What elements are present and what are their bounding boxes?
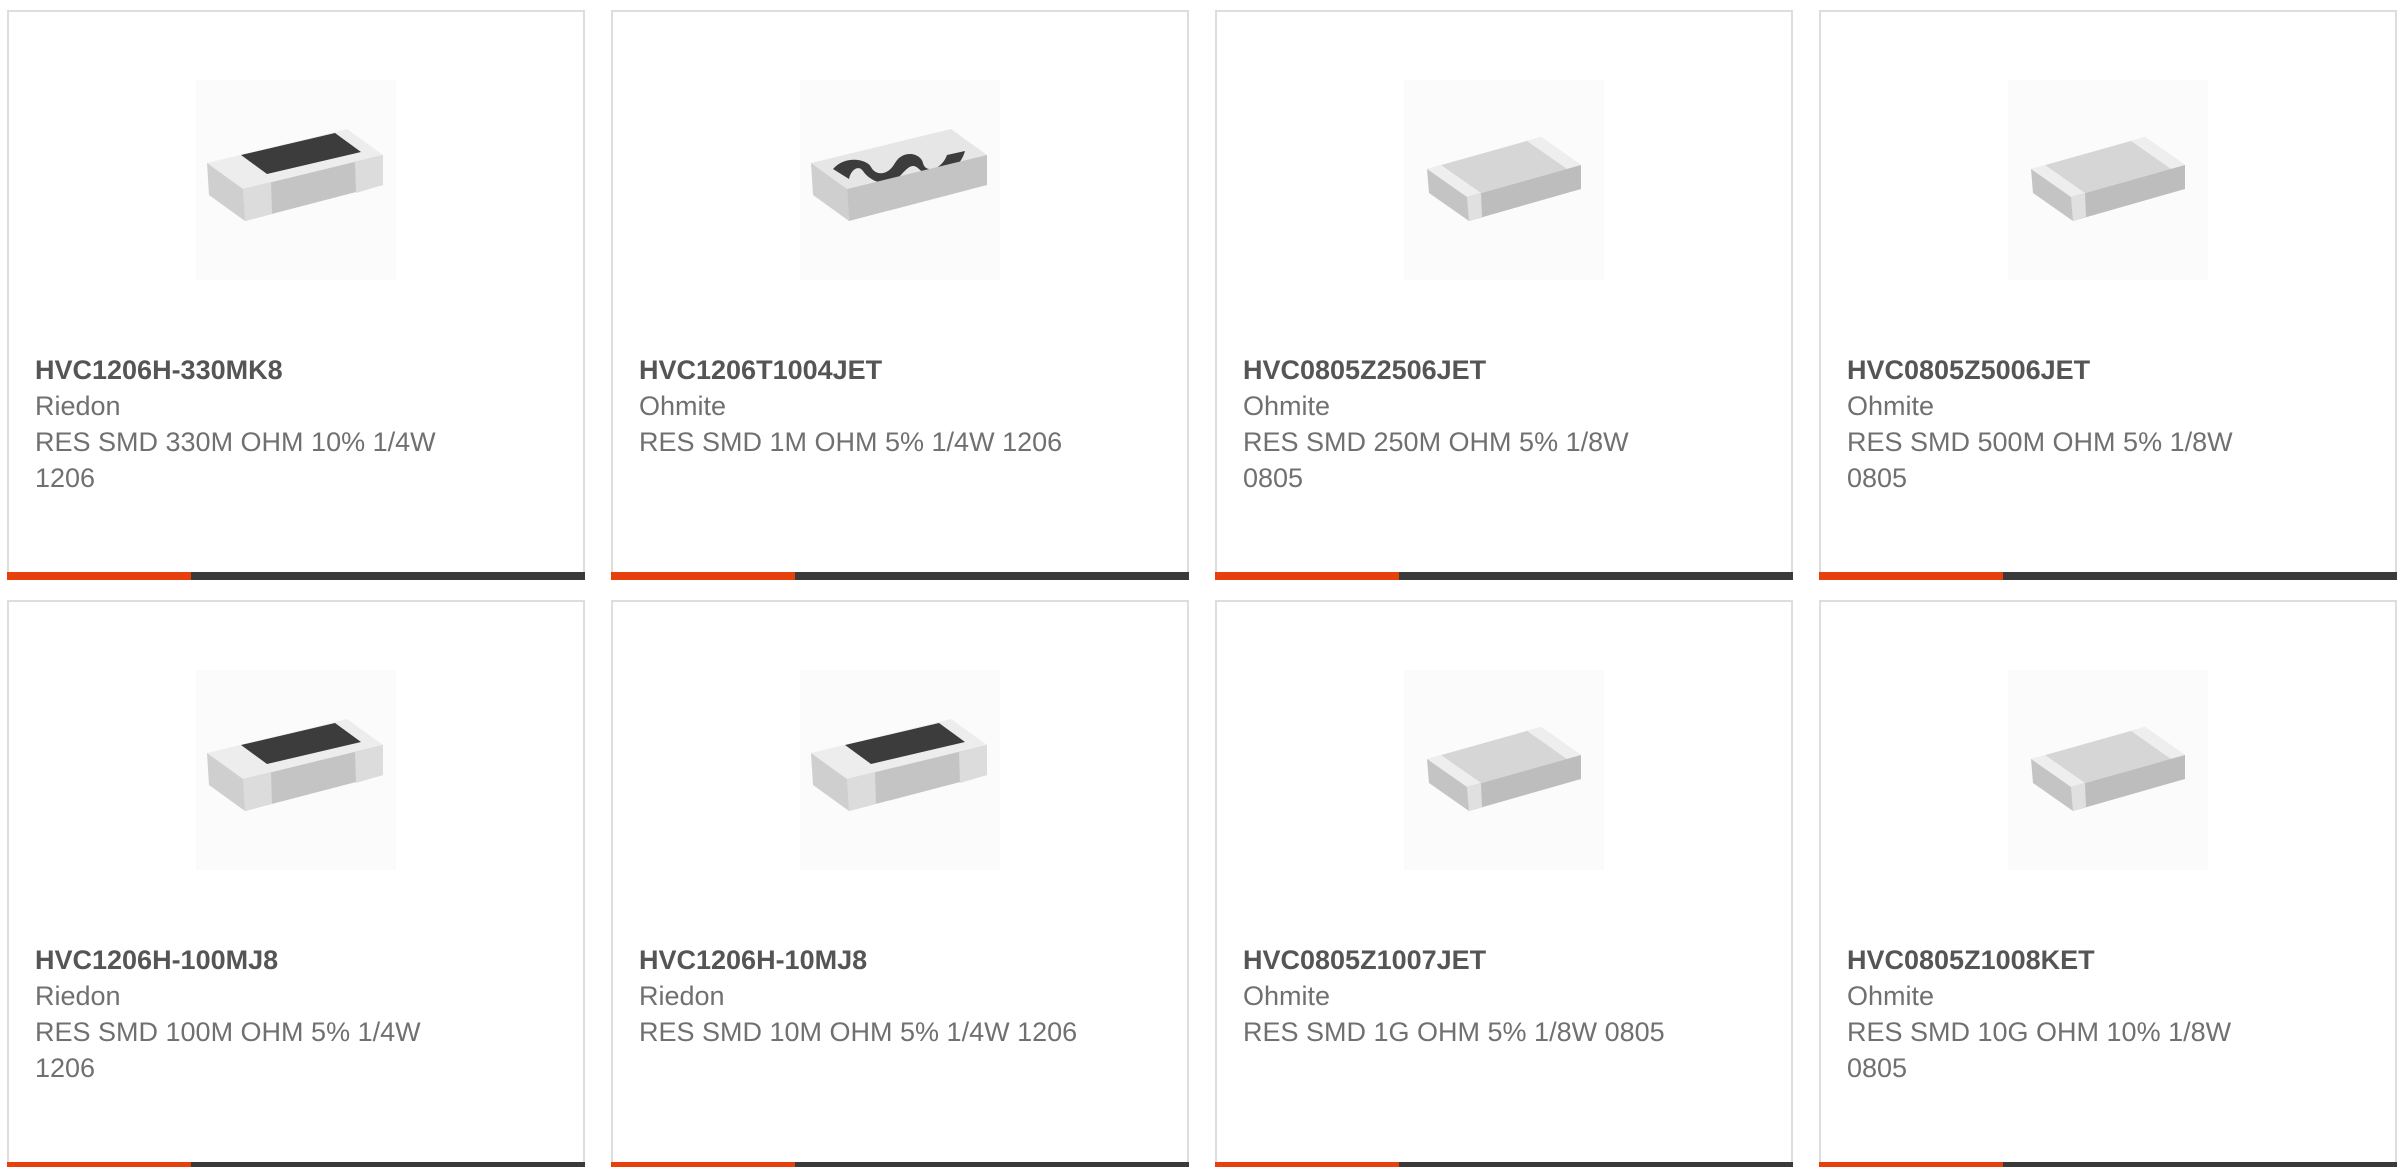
description: RES SMD 10M OHM 5% 1/4W 1206 — [639, 1017, 1078, 1047]
resistor-0805-grey-icon — [1404, 80, 1604, 280]
description: RES SMD 1M OHM 5% 1/4W 1206 — [639, 427, 1063, 457]
card-bottom-bar — [1215, 572, 1793, 580]
description: RES SMD 500M OHM 5% 1/8W 0805 — [1847, 427, 2233, 493]
card-accent-bar — [1215, 572, 1399, 580]
card-accent-bar — [611, 572, 795, 580]
product-card[interactable]: HVC0805Z1008KET Ohmite RES SMD 10G OHM 1… — [1819, 600, 2397, 1167]
manufacturer: Ohmite — [1243, 981, 1331, 1011]
part-number-link[interactable]: HVC0805Z1007JET — [1243, 942, 1771, 978]
card-bottom-bar — [1215, 1162, 1793, 1167]
resistor-0805-grey-icon — [1404, 670, 1604, 870]
resistor-0805-grey-icon — [2008, 80, 2208, 280]
product-card[interactable]: HVC1206H-330MK8 Riedon RES SMD 330M OHM … — [7, 10, 585, 580]
card-accent-bar — [611, 1162, 795, 1167]
card-bottom-bar — [7, 1162, 585, 1167]
product-card[interactable]: HVC1206H-100MJ8 Riedon RES SMD 100M OHM … — [7, 600, 585, 1167]
manufacturer: Riedon — [639, 981, 725, 1011]
resistor-1206-dark-top-icon — [800, 670, 1000, 870]
manufacturer: Ohmite — [1243, 391, 1331, 421]
card-accent-bar — [1819, 572, 2003, 580]
description: RES SMD 330M OHM 10% 1/4W 1206 — [35, 427, 436, 493]
description: RES SMD 1G OHM 5% 1/8W 0805 — [1243, 1017, 1665, 1047]
description: RES SMD 250M OHM 5% 1/8W 0805 — [1243, 427, 1629, 493]
resistor-1206-dark-top-icon — [196, 670, 396, 870]
part-number-link[interactable]: HVC1206H-10MJ8 — [639, 942, 1167, 978]
product-grid: HVC1206H-330MK8 Riedon RES SMD 330M OHM … — [0, 0, 2400, 1167]
product-card[interactable]: HVC1206H-10MJ8 Riedon RES SMD 10M OHM 5%… — [611, 600, 1189, 1167]
card-bottom-bar — [1819, 572, 2397, 580]
product-card[interactable]: HVC0805Z1007JET Ohmite RES SMD 1G OHM 5%… — [1215, 600, 1793, 1167]
manufacturer: Ohmite — [1847, 391, 1935, 421]
description: RES SMD 100M OHM 5% 1/4W 1206 — [35, 1017, 421, 1083]
card-accent-bar — [1215, 1162, 1399, 1167]
card-bottom-bar — [611, 1162, 1189, 1167]
card-accent-bar — [7, 572, 191, 580]
product-card[interactable]: HVC1206T1004JET Ohmite RES SMD 1M OHM 5%… — [611, 10, 1189, 580]
manufacturer: Ohmite — [1847, 981, 1935, 1011]
part-number-link[interactable]: HVC1206T1004JET — [639, 352, 1167, 388]
manufacturer: Ohmite — [639, 391, 727, 421]
product-card[interactable]: HVC0805Z5006JET Ohmite RES SMD 500M OHM … — [1819, 10, 2397, 580]
part-number-link[interactable]: HVC0805Z2506JET — [1243, 352, 1771, 388]
manufacturer: Riedon — [35, 981, 121, 1011]
card-accent-bar — [1819, 1162, 2003, 1167]
part-number-link[interactable]: HVC1206H-100MJ8 — [35, 942, 563, 978]
card-bottom-bar — [611, 572, 1189, 580]
resistor-0805-grey-icon — [2008, 670, 2208, 870]
part-number-link[interactable]: HVC0805Z5006JET — [1847, 352, 2375, 388]
description: RES SMD 10G OHM 10% 1/8W 0805 — [1847, 1017, 2232, 1083]
manufacturer: Riedon — [35, 391, 121, 421]
part-number-link[interactable]: HVC1206H-330MK8 — [35, 352, 563, 388]
resistor-1206-dark-top-icon — [196, 80, 396, 280]
resistor-1206-serpentine-icon — [800, 80, 1000, 280]
card-accent-bar — [7, 1162, 191, 1167]
part-number-link[interactable]: HVC0805Z1008KET — [1847, 942, 2375, 978]
card-bottom-bar — [1819, 1162, 2397, 1167]
card-bottom-bar — [7, 572, 585, 580]
product-card[interactable]: HVC0805Z2506JET Ohmite RES SMD 250M OHM … — [1215, 10, 1793, 580]
